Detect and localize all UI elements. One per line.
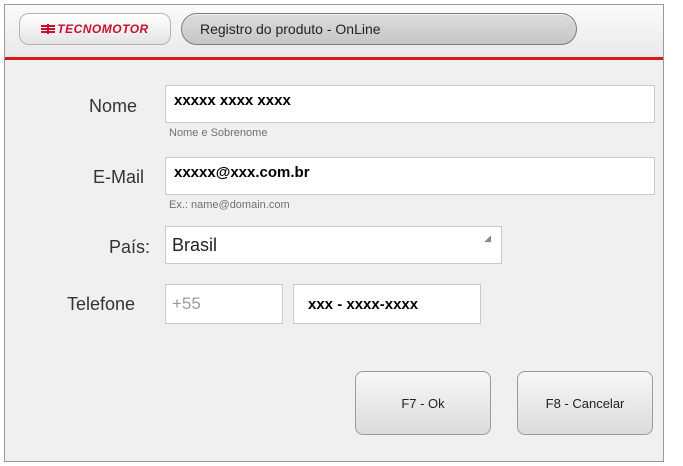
pais-selected-value: Brasil — [172, 235, 218, 255]
phone-prefix-field[interactable]: +55 — [165, 284, 283, 324]
nome-value: xxxxx xxxx xxxx — [174, 92, 291, 109]
cancel-button[interactable]: F8 - Cancelar — [517, 371, 653, 435]
telefone-label: Telefone — [67, 294, 136, 314]
dropdown-grip-icon: ◢ — [484, 233, 491, 243]
phone-prefix-value: +55 — [172, 294, 201, 313]
phone-number-value: xxx - xxxx-xxxx — [308, 296, 419, 313]
brand-mark-icon — [41, 24, 56, 34]
email-label: E-Mail — [93, 167, 145, 187]
header-bar: TECNOMOTOR Registro do produto - OnLine — [5, 5, 663, 57]
email-value: xxxxx@xxx.com.br — [174, 164, 310, 181]
registration-window: TECNOMOTOR Registro do produto - OnLine … — [4, 4, 664, 462]
nome-label: Nome — [89, 96, 138, 116]
logo-text: TECNOMOTOR — [57, 22, 149, 36]
window-title: Registro do produto - OnLine — [200, 21, 381, 37]
tecnomotor-logo: TECNOMOTOR — [19, 13, 171, 45]
ok-button[interactable]: F7 - Ok — [355, 371, 491, 435]
window-title-pill: Registro do produto - OnLine — [181, 13, 577, 45]
email-field[interactable]: xxxxx@xxx.com.br — [165, 157, 655, 195]
header-divider — [5, 57, 663, 60]
nome-hint: Nome e Sobrenome — [169, 127, 268, 139]
email-hint: Ex.: name@domain.com — [169, 199, 290, 211]
pais-label: País: — [109, 237, 151, 257]
nome-field[interactable]: xxxxx xxxx xxxx — [165, 85, 655, 123]
pais-select[interactable]: Brasil ◢ — [165, 226, 502, 264]
phone-number-field[interactable]: xxx - xxxx-xxxx — [293, 284, 481, 324]
